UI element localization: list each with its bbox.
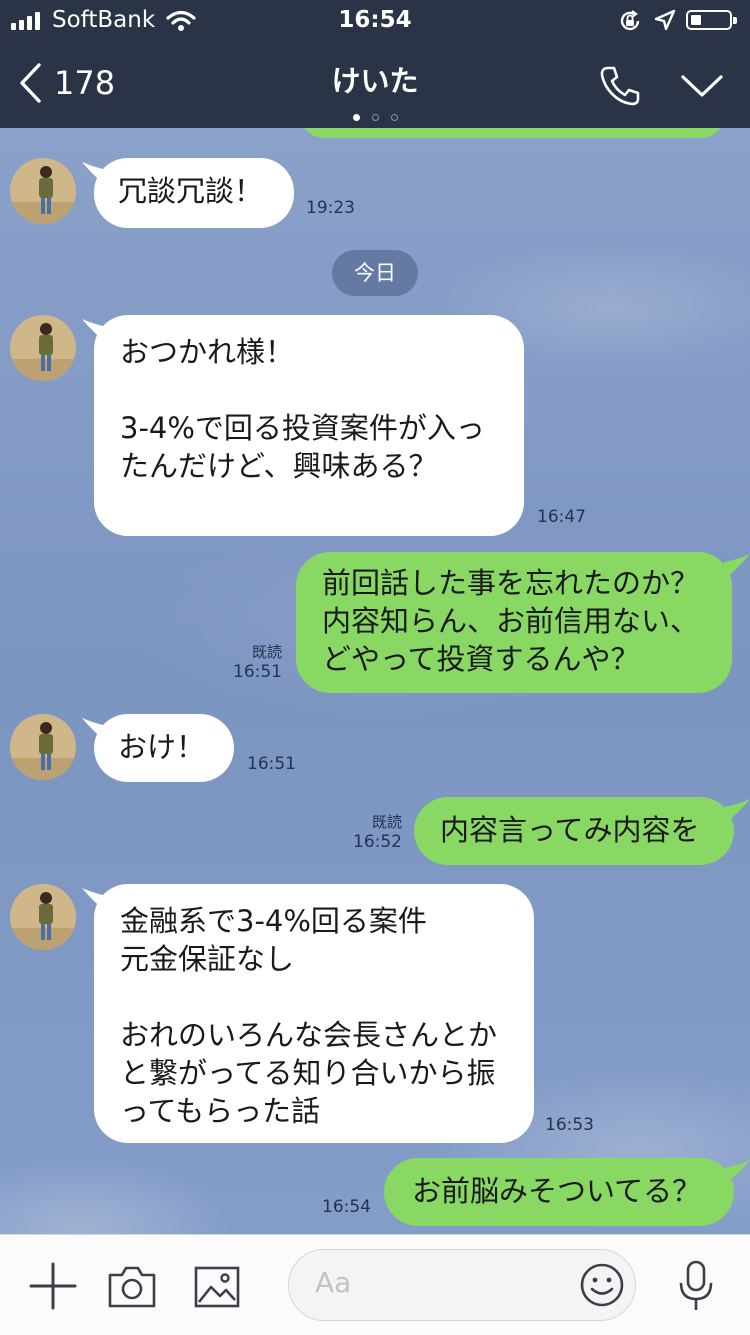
microphone-icon[interactable] [676,1259,716,1313]
read-label: 既読 [371,813,402,831]
read-label: 既読 [251,643,282,661]
avatar[interactable] [10,158,76,224]
orientation-lock-icon [620,10,640,31]
avatar[interactable] [10,714,76,780]
message-bubble-incoming[interactable]: 冗談冗談！ [94,158,294,228]
read-receipt: 既読 16:51 [220,643,282,683]
image-icon[interactable] [194,1266,240,1308]
battery-icon [686,10,737,30]
input-bar: Aa [0,1234,750,1335]
message-bubble-outgoing[interactable]: 前回話した事を忘れたのか？ 内容知らん、お前信用ない、 どやって投資するんや？ [296,552,732,693]
message-time: 16:54 [322,1197,371,1217]
message-bubble-incoming[interactable]: おつかれ様！ 3-4%で回る投資案件が入っ たんだけど、興味ある？ [94,315,524,536]
bubble-tail [724,799,750,825]
chevron-down-icon[interactable] [680,72,724,100]
avatar[interactable] [10,884,76,950]
emoji-icon[interactable] [579,1262,625,1308]
bubble-tail [724,554,750,580]
message-input[interactable]: Aa [288,1249,636,1321]
location-icon [654,9,676,31]
message-time: 16:51 [233,662,282,682]
message-time: 16:52 [353,832,402,852]
message-time: 16:53 [545,1115,594,1135]
message-bubble-outgoing[interactable]: お前脳みそついてる？ [384,1158,734,1226]
read-receipt: 既読 16:52 [340,813,402,853]
bubble-tail [724,1160,750,1186]
chat-header: SoftBank 16:54 178 けいた [0,0,750,128]
message-bubble-incoming[interactable]: おけ！ [94,714,234,782]
message-time: 16:47 [537,507,586,527]
plus-icon[interactable] [28,1261,78,1311]
date-separator: 今日 [332,250,418,296]
phone-icon[interactable] [598,64,642,108]
avatar[interactable] [10,315,76,381]
message-input-placeholder: Aa [315,1266,352,1299]
message-bubble-incoming[interactable]: 金融系で3-4%回る案件 元金保証なし おれのいろんな会長さんとか と繋がってる… [94,884,534,1143]
message-time: 19:23 [306,198,355,218]
camera-icon[interactable] [107,1265,157,1309]
page-indicator [0,106,750,125]
message-bubble-outgoing[interactable]: 内容言ってみ内容を [414,797,734,865]
message-time: 16:51 [247,754,296,774]
